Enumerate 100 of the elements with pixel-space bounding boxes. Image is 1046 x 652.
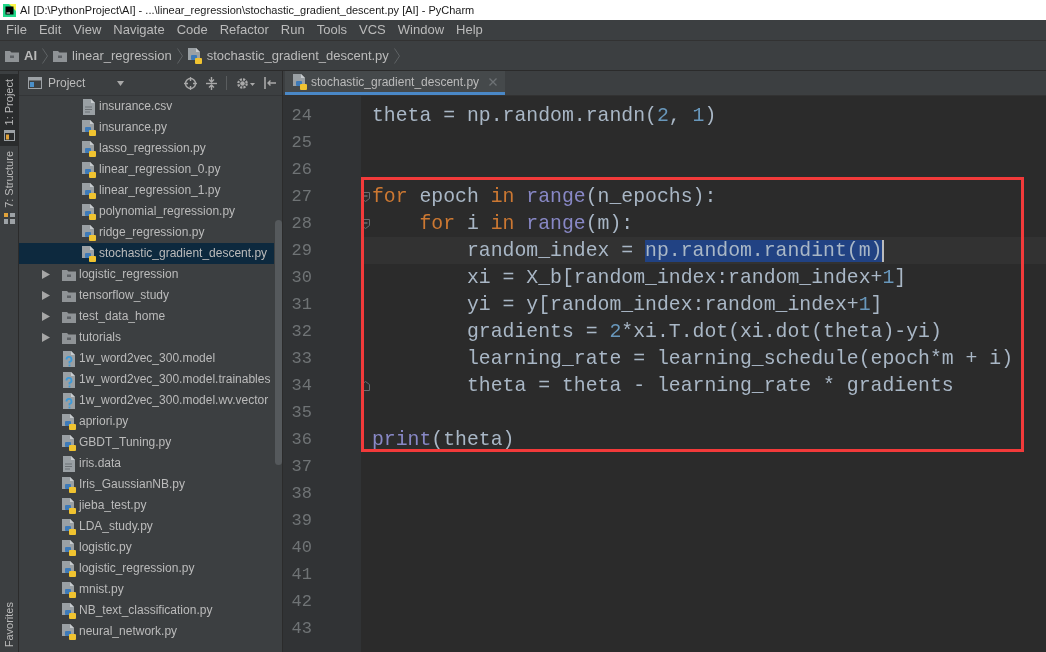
menu-item[interactable]: File [0, 20, 33, 40]
menu-item[interactable]: View [67, 20, 108, 40]
line-number: 42 [291, 591, 312, 612]
window-icon [3, 130, 15, 142]
bar-arrow-icon[interactable] [264, 77, 276, 89]
code-line: learning_rate = learning_schedule(epoch*m + i) [466, 346, 1014, 371]
menu-item[interactable]: VCS [353, 20, 392, 40]
fold-start-icon[interactable] [361, 191, 370, 202]
python-file-icon [62, 539, 76, 556]
line-number: 25 [291, 132, 312, 153]
python-file-icon [62, 602, 76, 619]
python-file-icon [62, 497, 76, 514]
tree-file[interactable]: logistic.py [19, 537, 274, 558]
collapsed-arrow-icon[interactable] [42, 270, 50, 279]
python-file-icon [82, 245, 96, 262]
tree-file[interactable]: linear_regression_1.py [19, 180, 274, 201]
collapsed-arrow-icon[interactable] [42, 333, 50, 342]
python-file-icon [62, 560, 76, 577]
python-file-icon [82, 224, 96, 241]
target-icon[interactable] [184, 76, 197, 90]
tree-file[interactable]: Iris_GaussianNB.py [19, 474, 274, 495]
tree-file[interactable]: mnist.py [19, 579, 274, 600]
tool-window-button[interactable]: Favorites [0, 596, 18, 652]
folder-icon [5, 49, 19, 62]
python-file-icon [62, 413, 76, 430]
menu-item[interactable]: Refactor [213, 20, 275, 40]
code-line: theta = np.random.randn(2, 1) [372, 103, 717, 128]
folder-icon [62, 268, 76, 281]
tool-window-button[interactable]: 1: Project [0, 74, 18, 147]
folder-icon [62, 331, 76, 344]
editor-tab[interactable]: stochastic_gradient_descent.py [285, 71, 506, 95]
tree-file[interactable]: insurance.py [19, 117, 274, 138]
tree-file[interactable]: linear_regression_0.py [19, 159, 274, 180]
tree-folder[interactable]: test_data_home [19, 306, 274, 327]
window-icon [28, 77, 42, 89]
menu-item[interactable]: Run [274, 20, 311, 40]
line-number: 29 [291, 240, 312, 261]
text-file-icon [62, 455, 76, 472]
collapsed-arrow-icon[interactable] [42, 312, 50, 321]
collapse-icon[interactable] [206, 76, 217, 90]
line-number: 31 [291, 294, 312, 315]
tree-file[interactable]: apriori.py [19, 411, 274, 432]
tree-file[interactable]: ridge_regression.py [19, 222, 274, 243]
tree-file[interactable]: iris.data [19, 453, 274, 474]
tree-file[interactable]: lasso_regression.py [19, 138, 274, 159]
tree-folder[interactable]: logistic_regression [19, 264, 274, 285]
python-file-icon [62, 623, 76, 640]
tree-folder[interactable]: tutorials [19, 327, 274, 348]
line-number: 40 [291, 537, 312, 558]
folder-icon [53, 49, 67, 62]
fold-end-icon[interactable] [361, 380, 370, 391]
settings-icon[interactable] [236, 76, 255, 90]
python-file-icon [187, 47, 202, 64]
menu-item[interactable]: Edit [32, 20, 68, 40]
menu-item[interactable]: Code [170, 20, 214, 40]
python-file-icon [62, 434, 76, 451]
tree-file[interactable]: insurance.csv [19, 96, 274, 117]
code-line: for i in range(m): [419, 211, 634, 236]
tree-file[interactable]: neural_network.py [19, 621, 274, 642]
collapsed-arrow-icon[interactable] [42, 291, 50, 300]
tree-file[interactable]: 1w_word2vec_300.model.trainables [19, 369, 274, 390]
menu-item[interactable]: Help [450, 20, 489, 40]
menu-item[interactable]: Tools [310, 20, 354, 40]
line-number: 36 [291, 429, 312, 450]
scrollbar-thumb[interactable] [275, 220, 282, 465]
tree-folder[interactable]: tensorflow_study [19, 285, 274, 306]
chevron-icon [176, 47, 183, 64]
tree-file[interactable]: logistic_regression.py [19, 558, 274, 579]
tree-file[interactable]: jieba_test.py [19, 495, 274, 516]
python-file-icon [293, 73, 307, 90]
breadcrumb[interactable]: linear_regression [53, 47, 172, 64]
tree-file[interactable]: LDA_study.py [19, 516, 274, 537]
line-number: 38 [291, 483, 312, 504]
menu-item[interactable]: Navigate [107, 20, 171, 40]
python-file-icon [62, 518, 76, 535]
tree-file[interactable]: NB_text_classification.py [19, 600, 274, 621]
breadcrumb[interactable]: AI [5, 47, 37, 64]
chevron-icon [393, 47, 400, 64]
view-selector[interactable]: Project [28, 74, 125, 92]
code-line: theta = theta - learning_rate * gradients [466, 373, 954, 398]
tree-file[interactable]: GBDT_Tuning.py [19, 432, 274, 453]
fold-start-icon[interactable] [361, 218, 370, 229]
python-file-icon [62, 581, 76, 598]
app-icon [3, 3, 16, 17]
line-number: 37 [291, 456, 312, 477]
python-file-icon [82, 203, 96, 220]
tree-file[interactable]: polynomial_regression.py [19, 201, 274, 222]
line-number: 30 [291, 267, 312, 288]
breadcrumb[interactable]: stochastic_gradient_descent.py [187, 47, 389, 64]
tree-file[interactable]: 1w_word2vec_300.model.wv.vector [19, 390, 274, 411]
tree-file[interactable]: stochastic_gradient_descent.py [19, 243, 274, 264]
code-line: yi = y[random_index:random_index+1] [466, 292, 883, 317]
menu-item[interactable]: Window [391, 20, 451, 40]
tree-file[interactable]: 1w_word2vec_300.model [19, 348, 274, 369]
line-number: 26 [291, 159, 312, 180]
tool-window-button[interactable]: 7: Structure [0, 146, 18, 230]
window-title: AI [D:\PythonProject\AI] - ...\linear_regression\stochastic_gradient_descent.py [AI] - PyCharm [20, 2, 475, 18]
code-line: print(theta) [372, 427, 515, 452]
python-file-icon [82, 161, 96, 178]
line-number: 32 [291, 321, 312, 342]
